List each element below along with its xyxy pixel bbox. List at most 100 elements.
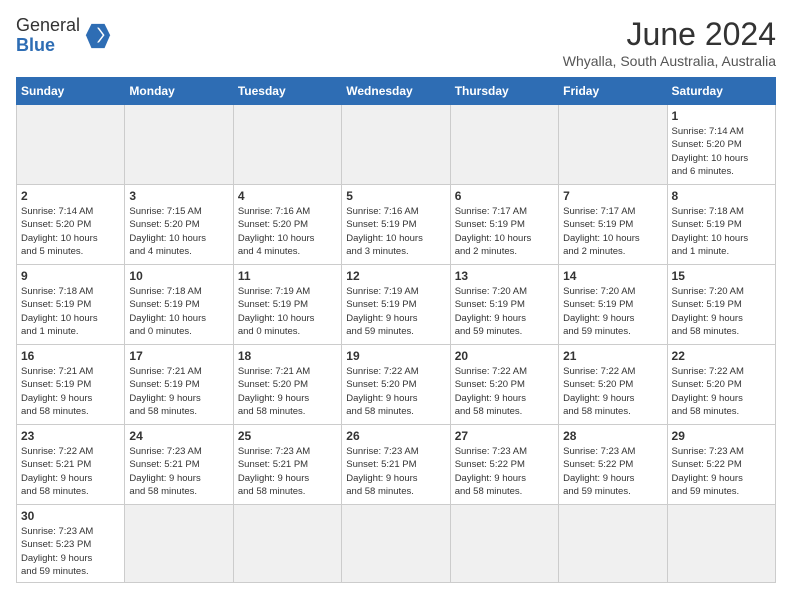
day-number: 30 — [21, 509, 120, 523]
day-info: Sunrise: 7:23 AM Sunset: 5:22 PM Dayligh… — [455, 445, 554, 498]
day-info: Sunrise: 7:22 AM Sunset: 5:20 PM Dayligh… — [563, 365, 662, 418]
calendar-cell: 18 Sunrise: 7:21 AM Sunset: 5:20 PM Dayli… — [233, 345, 341, 425]
day-info: Sunrise: 7:20 AM Sunset: 5:19 PM Dayligh… — [672, 285, 771, 338]
day-number: 20 — [455, 349, 554, 363]
day-info: Sunrise: 7:17 AM Sunset: 5:19 PM Dayligh… — [455, 205, 554, 258]
day-info: Sunrise: 7:23 AM Sunset: 5:21 PM Dayligh… — [129, 445, 228, 498]
calendar-cell — [342, 505, 450, 583]
calendar-header-sunday: Sunday — [17, 78, 125, 105]
day-info: Sunrise: 7:16 AM Sunset: 5:20 PM Dayligh… — [238, 205, 337, 258]
calendar-cell: 8Sunrise: 7:18 AM Sunset: 5:19 PM Daylig… — [667, 185, 775, 265]
calendar-cell: 6 Sunrise: 7:17 AM Sunset: 5:19 PM Daylig… — [450, 185, 558, 265]
logo: General Blue — [16, 16, 112, 56]
day-number: 1 — [672, 109, 771, 123]
day-number: 16 — [21, 349, 120, 363]
calendar-cell: 7 Sunrise: 7:17 AM Sunset: 5:19 PM Daylig… — [559, 185, 667, 265]
calendar-cell: 21 Sunrise: 7:22 AM Sunset: 5:20 PM Dayli… — [559, 345, 667, 425]
day-info: Sunrise: 7:14 AM Sunset: 5:20 PM Dayligh… — [672, 125, 771, 178]
calendar-cell: 22 Sunrise: 7:22 AM Sunset: 5:20 PM Dayli… — [667, 345, 775, 425]
day-info: Sunrise: 7:18 AM Sunset: 5:19 PM Dayligh… — [672, 205, 771, 258]
day-info: Sunrise: 7:19 AM Sunset: 5:19 PM Dayligh… — [346, 285, 445, 338]
calendar-header-wednesday: Wednesday — [342, 78, 450, 105]
day-number: 18 — [238, 349, 337, 363]
day-info: Sunrise: 7:21 AM Sunset: 5:19 PM Dayligh… — [21, 365, 120, 418]
calendar-cell: 9 Sunrise: 7:18 AM Sunset: 5:19 PM Daylig… — [17, 265, 125, 345]
day-info: Sunrise: 7:21 AM Sunset: 5:19 PM Dayligh… — [129, 365, 228, 418]
calendar-cell: 1 Sunrise: 7:14 AM Sunset: 5:20 PM Daylig… — [667, 105, 775, 185]
calendar-cell: 25 Sunrise: 7:23 AM Sunset: 5:21 PM Dayli… — [233, 425, 341, 505]
day-number: 2 — [21, 189, 120, 203]
day-info: Sunrise: 7:21 AM Sunset: 5:20 PM Dayligh… — [238, 365, 337, 418]
day-number: 19 — [346, 349, 445, 363]
day-number: 21 — [563, 349, 662, 363]
day-number: 4 — [238, 189, 337, 203]
calendar-week-row: 2Sunrise: 7:14 AM Sunset: 5:20 PM Daylig… — [17, 185, 776, 265]
logo-text: General Blue — [16, 16, 80, 56]
day-number: 7 — [563, 189, 662, 203]
day-info: Sunrise: 7:18 AM Sunset: 5:19 PM Dayligh… — [21, 285, 120, 338]
calendar-cell: 23Sunrise: 7:22 AM Sunset: 5:21 PM Dayli… — [17, 425, 125, 505]
calendar-header-row: SundayMondayTuesdayWednesdayThursdayFrid… — [17, 78, 776, 105]
calendar-cell: 28Sunrise: 7:23 AM Sunset: 5:22 PM Dayli… — [559, 425, 667, 505]
day-number: 24 — [129, 429, 228, 443]
calendar-cell: 2Sunrise: 7:14 AM Sunset: 5:20 PM Daylig… — [17, 185, 125, 265]
day-info: Sunrise: 7:15 AM Sunset: 5:20 PM Dayligh… — [129, 205, 228, 258]
day-number: 15 — [672, 269, 771, 283]
calendar-cell: 30 Sunrise: 7:23 AM Sunset: 5:23 PM Dayli… — [17, 505, 125, 583]
day-number: 13 — [455, 269, 554, 283]
calendar-cell: 26Sunrise: 7:23 AM Sunset: 5:21 PM Dayli… — [342, 425, 450, 505]
calendar-cell: 15 Sunrise: 7:20 AM Sunset: 5:19 PM Dayli… — [667, 265, 775, 345]
calendar-cell — [342, 105, 450, 185]
calendar-cell — [450, 105, 558, 185]
day-info: Sunrise: 7:17 AM Sunset: 5:19 PM Dayligh… — [563, 205, 662, 258]
day-info: Sunrise: 7:22 AM Sunset: 5:21 PM Dayligh… — [21, 445, 120, 498]
calendar-week-row: 9 Sunrise: 7:18 AM Sunset: 5:19 PM Daylig… — [17, 265, 776, 345]
day-info: Sunrise: 7:23 AM Sunset: 5:21 PM Dayligh… — [346, 445, 445, 498]
calendar-table: SundayMondayTuesdayWednesdayThursdayFrid… — [16, 77, 776, 583]
day-number: 17 — [129, 349, 228, 363]
day-info: Sunrise: 7:23 AM Sunset: 5:23 PM Dayligh… — [21, 525, 120, 578]
day-info: Sunrise: 7:22 AM Sunset: 5:20 PM Dayligh… — [346, 365, 445, 418]
calendar-cell: 5 Sunrise: 7:16 AM Sunset: 5:19 PM Daylig… — [342, 185, 450, 265]
calendar-week-row: 1 Sunrise: 7:14 AM Sunset: 5:20 PM Daylig… — [17, 105, 776, 185]
day-number: 3 — [129, 189, 228, 203]
day-info: Sunrise: 7:20 AM Sunset: 5:19 PM Dayligh… — [563, 285, 662, 338]
day-info: Sunrise: 7:18 AM Sunset: 5:19 PM Dayligh… — [129, 285, 228, 338]
calendar-cell: 24 Sunrise: 7:23 AM Sunset: 5:21 PM Dayli… — [125, 425, 233, 505]
day-info: Sunrise: 7:23 AM Sunset: 5:21 PM Dayligh… — [238, 445, 337, 498]
calendar-cell: 19 Sunrise: 7:22 AM Sunset: 5:20 PM Dayli… — [342, 345, 450, 425]
day-number: 25 — [238, 429, 337, 443]
calendar-cell: 13 Sunrise: 7:20 AM Sunset: 5:19 PM Dayli… — [450, 265, 558, 345]
calendar-cell: 27 Sunrise: 7:23 AM Sunset: 5:22 PM Dayli… — [450, 425, 558, 505]
calendar-cell — [17, 105, 125, 185]
day-number: 22 — [672, 349, 771, 363]
calendar-cell — [667, 505, 775, 583]
calendar-cell: 17 Sunrise: 7:21 AM Sunset: 5:19 PM Dayli… — [125, 345, 233, 425]
calendar-cell — [559, 505, 667, 583]
calendar-cell: 3 Sunrise: 7:15 AM Sunset: 5:20 PM Daylig… — [125, 185, 233, 265]
day-number: 10 — [129, 269, 228, 283]
calendar-cell: 4 Sunrise: 7:16 AM Sunset: 5:20 PM Daylig… — [233, 185, 341, 265]
calendar-cell: 20Sunrise: 7:22 AM Sunset: 5:20 PM Dayli… — [450, 345, 558, 425]
calendar-cell: 14Sunrise: 7:20 AM Sunset: 5:19 PM Dayli… — [559, 265, 667, 345]
day-number: 27 — [455, 429, 554, 443]
calendar-header-saturday: Saturday — [667, 78, 775, 105]
calendar-cell: 29Sunrise: 7:23 AM Sunset: 5:22 PM Dayli… — [667, 425, 775, 505]
day-number: 9 — [21, 269, 120, 283]
day-number: 28 — [563, 429, 662, 443]
day-info: Sunrise: 7:22 AM Sunset: 5:20 PM Dayligh… — [672, 365, 771, 418]
month-year-title: June 2024 — [563, 16, 776, 53]
calendar-cell: 12Sunrise: 7:19 AM Sunset: 5:19 PM Dayli… — [342, 265, 450, 345]
logo-general: General — [16, 16, 80, 36]
logo-blue: Blue — [16, 36, 80, 56]
day-info: Sunrise: 7:20 AM Sunset: 5:19 PM Dayligh… — [455, 285, 554, 338]
location-subtitle: Whyalla, South Australia, Australia — [563, 53, 776, 69]
logo-icon — [84, 22, 112, 50]
calendar-cell — [125, 505, 233, 583]
day-info: Sunrise: 7:19 AM Sunset: 5:19 PM Dayligh… — [238, 285, 337, 338]
day-number: 6 — [455, 189, 554, 203]
day-number: 5 — [346, 189, 445, 203]
day-info: Sunrise: 7:23 AM Sunset: 5:22 PM Dayligh… — [672, 445, 771, 498]
calendar-week-row: 16 Sunrise: 7:21 AM Sunset: 5:19 PM Dayli… — [17, 345, 776, 425]
day-info: Sunrise: 7:16 AM Sunset: 5:19 PM Dayligh… — [346, 205, 445, 258]
